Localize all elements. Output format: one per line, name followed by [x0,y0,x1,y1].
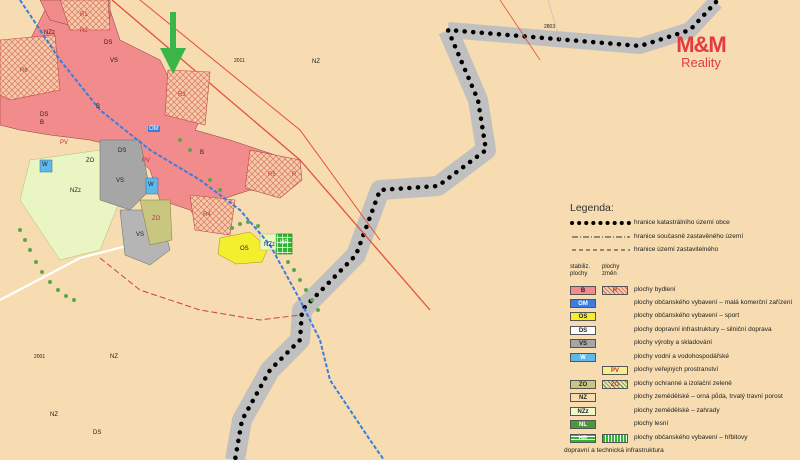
legend-label-nl: plochy lesní [634,420,669,427]
zone-label-pv1: PV [60,140,69,146]
map-legend: Legenda: hranice katastrálního území obc… [562,196,800,460]
swatch-om: OM [570,299,596,308]
swatch-zo: ZO [570,380,596,389]
legend-item-vs: VS plochy výroby a skladování [562,339,800,350]
legend-row-buildable: hranice území zastavitelného [562,245,800,256]
zone-label-zo2: ZO [152,216,161,222]
zone-label-ds3: DS [104,40,113,46]
zone-label-b1: B [96,104,101,110]
proposed-residential-r3 [164,69,211,126]
zone-label-r5: R5 [268,172,276,178]
zone-label-r6: R6 [20,68,28,74]
swatch-vs: VS [570,339,596,348]
zone-label-vs1: VS [116,178,125,184]
zone-label-ds2: DS [118,148,127,154]
swatch-nz: NZ [570,393,596,402]
parcel-number-3: 2001 [34,354,46,360]
zone-label-r1: R1 [80,12,88,18]
zone-label-w2: W [148,182,154,188]
swatch-hr: HR [570,434,596,443]
legend-label-w: plochy vodní a vodohospodářské [634,353,730,360]
built-line-sample [572,236,630,238]
cadastral-line-sample [570,221,632,225]
legend-row-built: hranice současně zastavěného území [562,232,800,243]
legend-label-cadastral: hranice katastrálního území obce [634,219,730,226]
zone-label-vs2: VS [136,232,145,238]
zone-label-om: OM [148,126,160,132]
zone-label-r4: R4 [203,212,211,218]
swatch-zo-change: ZO [602,380,628,389]
legend-label-pv: plochy veřejných prostranství [634,366,719,373]
swatch-w: W [570,353,596,362]
legend-item-b: B R plochy bydlení [562,286,800,297]
legend-item-nzz: NZz plochy zemědělské – zahrady [562,407,800,418]
legend-footer: dopravní a technická infrastruktura [564,447,664,454]
swatch-nzz: NZz [570,407,596,416]
legend-label-hr: plochy občanského vybavení – hřbitovy [634,434,748,441]
swatch-r: R [602,286,628,295]
zone-label-nzz-cemetery: NZz [264,242,275,248]
zone-label-hr: HR [280,240,289,246]
legend-item-hr: HR plochy občanského vybavení – hřbitovy [562,434,800,445]
legend-item-nl: NL plochy lesní [562,420,800,431]
zone-label-pv2: PV [142,158,151,164]
swatch-pv: PV [602,366,628,375]
legend-title: Legenda: [570,202,614,214]
legend-col-stable: stabiliz. plochy [570,264,591,277]
swatch-nl: NL [570,420,596,429]
legend-item-ds: DS plochy dopravní infrastruktury – siln… [562,326,800,337]
logo-subtitle: Reality [681,55,721,70]
legend-label-b: plochy bydlení [634,286,676,293]
legend-label-os: plochy občanského vybavení – sport [634,312,740,319]
parcel-number-2: 2803 [544,24,556,30]
mm-reality-logo[interactable]: M&M Reality [656,34,746,70]
swatch-hr-change [602,434,628,443]
legend-item-om: OM plochy občanského vybavení – malá kom… [562,299,800,310]
zone-label-nz-bottom: NZ [110,354,118,360]
legend-item-w: W plochy vodní a vodohospodářské [562,353,800,364]
legend-label-vs: plochy výroby a skladování [634,339,713,346]
swatch-os: OS [570,312,596,321]
parcel-number-1: 2011 [234,58,245,64]
map-viewer[interactable]: NZ NZ NZ DS R1 R2 R3 R4 R5 R6 R B B B NZ… [0,0,800,460]
proposed-residential-r4 [189,194,236,236]
zone-label-os: OS [240,246,249,252]
zone-label-nzz-mid: NZz [70,188,81,194]
zone-label-r2: R2 [80,28,88,34]
legend-item-os: OS plochy občanského vybavení – sport [562,312,800,323]
legend-label-ds: plochy dopravní infrastruktury – silničn… [634,326,772,333]
buildable-line-sample [572,249,630,251]
zone-label-w1: W [42,162,48,168]
zone-label-nz: NZ [312,59,320,65]
zone-label-nz-bottom-left: NZ [50,412,58,418]
zone-label-ds1: DS [40,112,49,118]
legend-item-zo: ZO ZO plochy ochranné a izolační zeleně [562,380,800,391]
legend-label-built: hranice současně zastavěného území [634,233,744,240]
legend-row-cadastral: hranice katastrálního území obce [562,218,800,229]
zone-label-r-right: R [292,172,297,178]
zone-label-r3: R3 [178,92,186,98]
zone-label-b3: B [40,120,45,126]
legend-label-om: plochy občanského vybavení – malá komerč… [634,299,793,306]
swatch-b: B [570,286,596,295]
zone-label-b2: B [200,150,205,156]
zone-label-zo1: ZO [86,158,95,164]
legend-col-change: plochy změn [602,264,620,277]
zone-label-vs-top: VS [110,58,119,64]
logo-brand: M&M [676,32,727,57]
legend-label-buildable: hranice území zastavitelného [634,246,719,253]
legend-item-nz: NZ plochy zemědělské – orná půda, trvalý… [562,393,800,404]
legend-label-zo: plochy ochranné a izolační zeleně [634,380,732,387]
legend-label-nzz: plochy zemědělské – zahrady [634,407,720,414]
zone-label-ds-bottom: DS [93,430,102,436]
legend-item-pv: PV plochy veřejných prostranství [562,366,800,377]
legend-label-nz: plochy zemědělské – orná půda, trvalý tr… [634,393,783,400]
swatch-ds: DS [570,326,596,335]
zone-label-nzz-top: NZz [44,30,55,36]
